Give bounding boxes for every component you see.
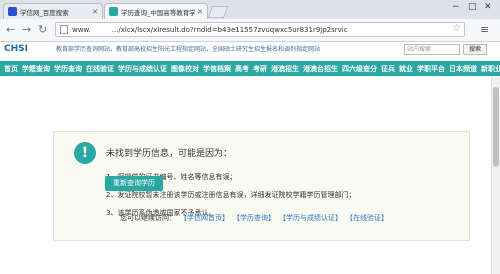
- tab-label: 学历查询_中国高等教育学: [121, 8, 196, 17]
- address-url[interactable]: www. .../xlcx/lscx/xlresult.do?rndid=b43…: [72, 26, 348, 34]
- new-tab-button[interactable]: [207, 6, 229, 18]
- reason-item: 2、发证院校暂未注册该学历或注册信息有误，详细发证院校学籍学历管理部门；: [106, 191, 356, 199]
- link-online-verify[interactable]: 【在线验证】: [346, 213, 388, 223]
- close-tab-icon[interactable]: ✕: [197, 8, 203, 16]
- close-tab-icon[interactable]: ✕: [92, 8, 98, 16]
- tab-chsi-query[interactable]: 学历查询_中国高等教育学 ✕: [104, 3, 208, 19]
- nav-item[interactable]: 高考: [235, 64, 249, 74]
- tab-baidu-search[interactable]: 学信网_百度搜索 ✕: [3, 3, 103, 19]
- nav-item[interactable]: 港澳台招生: [303, 64, 338, 74]
- continue-links: 您可以继续访问： 【学信网首页】 【学历查询】 【学历与成绩认证】 【在线验证】: [120, 213, 388, 223]
- nav-item[interactable]: 日本频道: [449, 64, 477, 74]
- nav-item[interactable]: 首页: [4, 64, 18, 74]
- nav-item[interactable]: 图像校对: [171, 64, 199, 74]
- bookmark-star-icon[interactable]: ☆: [452, 23, 461, 34]
- nav-item[interactable]: 就业: [399, 64, 413, 74]
- nav-item[interactable]: 四六级查分: [342, 64, 377, 74]
- exclamation-icon: !: [74, 142, 96, 164]
- address-bar[interactable]: www. .../xlcx/lscx/xlresult.do?rndid=b43…: [55, 22, 465, 37]
- nav-item[interactable]: 征兵: [381, 64, 395, 74]
- browser-toolbar: ← → ↻ www. .../xlcx/lscx/xlresult.do?rnd…: [0, 19, 500, 42]
- nav-item[interactable]: 学历查询: [54, 64, 82, 74]
- vertical-scrollbar[interactable]: [491, 77, 500, 274]
- site-header: CHSI 教育部学历查询网站，教育部高校招生阳光工程指定网站，全国硕士研究生招生…: [0, 42, 500, 60]
- close-window-icon[interactable]: ✕: [484, 2, 492, 12]
- retry-query-button[interactable]: 重新查询学历: [105, 176, 163, 191]
- site-search-button[interactable]: 搜索: [463, 44, 487, 55]
- nav-item[interactable]: 新职业: [481, 64, 500, 74]
- nav-item[interactable]: 考研: [253, 64, 267, 74]
- baidu-paw-icon: [8, 7, 17, 16]
- nav-item[interactable]: 在线验证: [86, 64, 114, 74]
- continue-label: 您可以继续访问：: [120, 214, 176, 222]
- browser-menu-icon[interactable]: ≡: [480, 23, 489, 36]
- link-degree-query[interactable]: 【学历查询】: [233, 213, 275, 223]
- nav-item[interactable]: 学信档案: [203, 64, 231, 74]
- alert-title: 未找到学历信息，可能是因为：: [106, 149, 233, 159]
- tab-strip: 学信网_百度搜索 ✕ 学历查询_中国高等教育学 ✕ − □ ✕: [0, 0, 500, 19]
- page-icon: [60, 25, 68, 34]
- forward-arrow-icon[interactable]: →: [22, 23, 31, 36]
- nav-item[interactable]: 学历与成绩认证: [118, 64, 167, 74]
- scrollbar-thumb[interactable]: [493, 87, 499, 167]
- link-home[interactable]: 【学信网首页】: [180, 213, 229, 223]
- maximize-icon[interactable]: □: [468, 2, 477, 12]
- tab-label: 学信网_百度搜索: [20, 8, 69, 17]
- link-certification[interactable]: 【学历与成绩认证】: [279, 213, 342, 223]
- back-arrow-icon[interactable]: ←: [6, 23, 15, 36]
- nav-item[interactable]: 学职平台: [417, 64, 445, 74]
- main-nav: 首页 学籍查询 学历查询 在线验证 学历与成绩认证 图像校对 学信档案 高考 考…: [0, 61, 500, 76]
- site-logo[interactable]: CHSI: [4, 44, 28, 54]
- minimize-icon[interactable]: −: [452, 2, 460, 12]
- main-content: ! 未找到学历信息，可能是因为： 1、您提供的证书编号、姓名等信息有误； 2、发…: [0, 77, 500, 274]
- site-tagline: 教育部学历查询网站，教育部高校招生阳光工程指定网站，全国硕士研究生招生报名和调剂…: [56, 46, 321, 53]
- nav-item[interactable]: 港澳招生: [271, 64, 299, 74]
- nav-item[interactable]: 学籍查询: [22, 64, 50, 74]
- reload-icon[interactable]: ↻: [38, 23, 47, 36]
- site-search-input[interactable]: 站内搜索: [404, 44, 460, 55]
- chsi-logo-icon: [109, 7, 118, 16]
